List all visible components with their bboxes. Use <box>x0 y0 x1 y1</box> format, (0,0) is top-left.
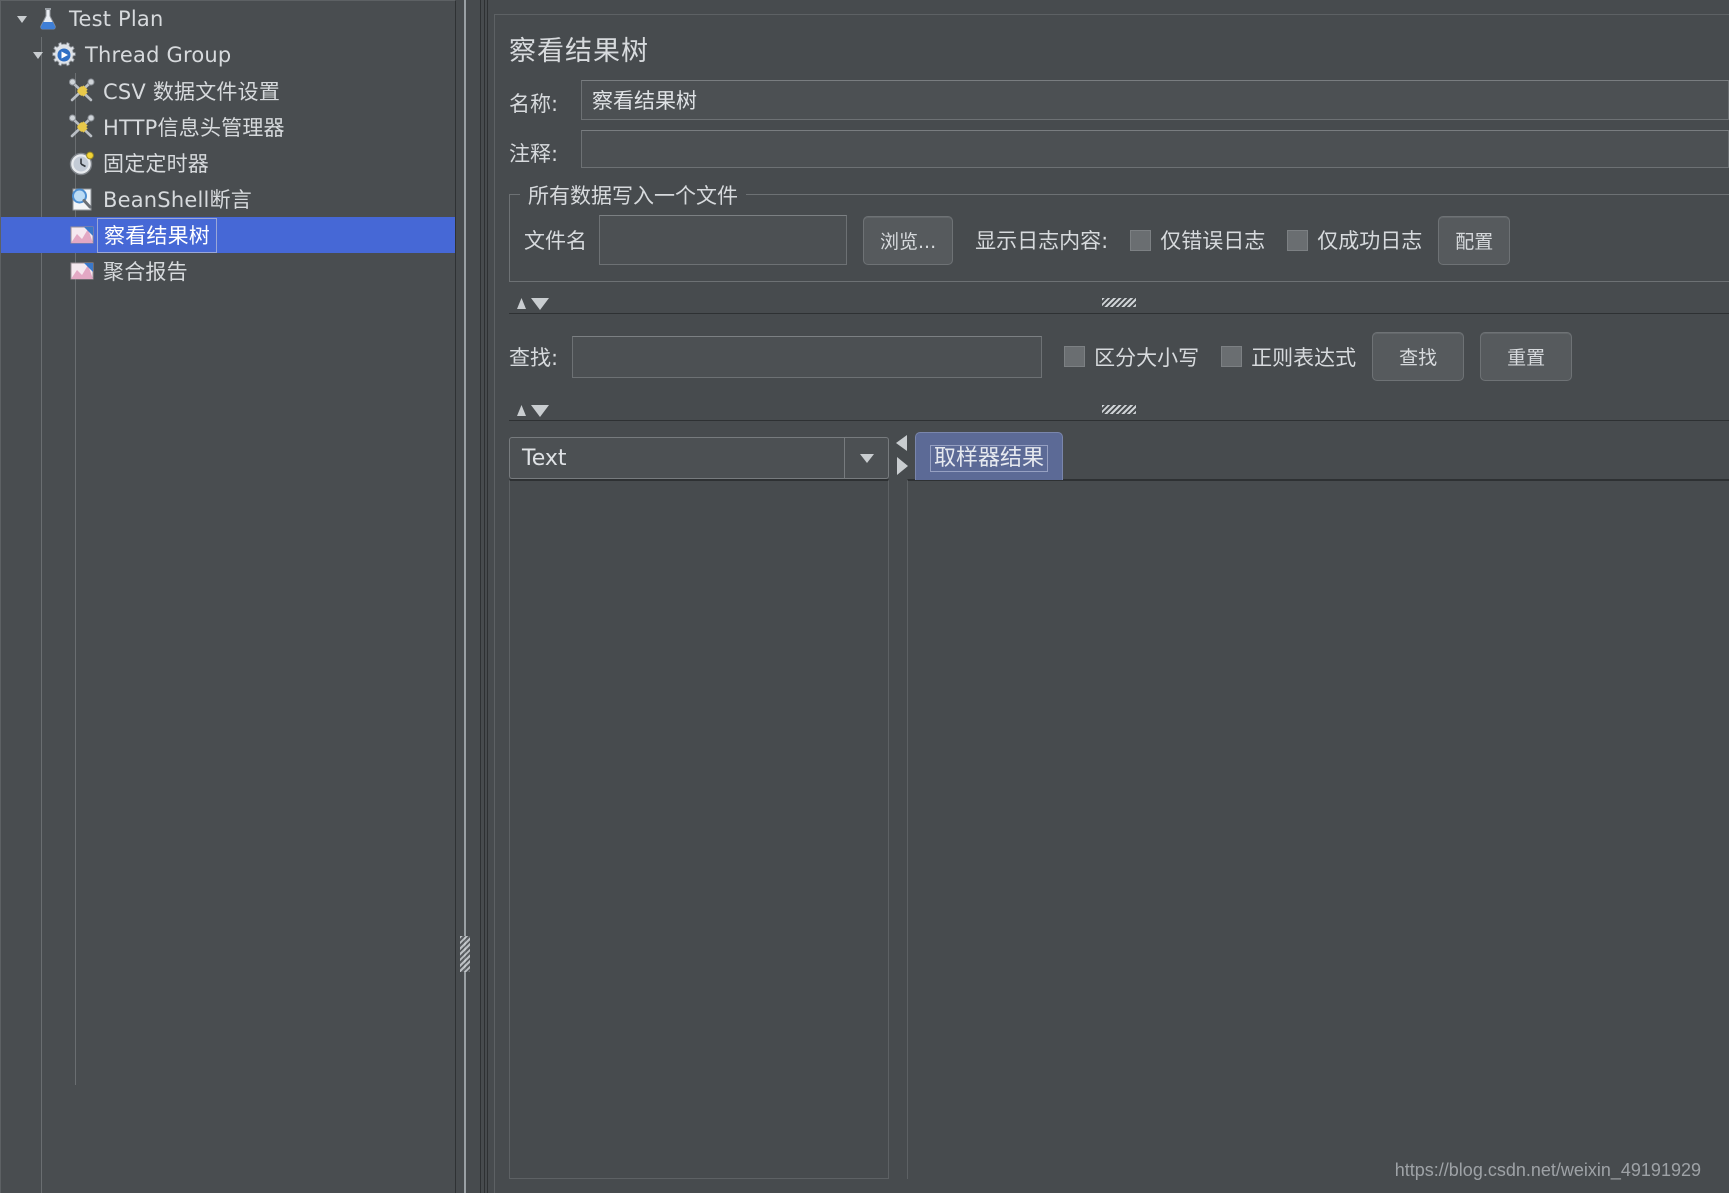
splitter-dots <box>1102 405 1136 414</box>
listener-chart-icon <box>67 220 97 250</box>
tree-item-label: HTTP信息头管理器 <box>103 116 285 140</box>
configure-button[interactable]: 配置 <box>1438 215 1511 265</box>
panel-edge <box>480 0 481 1193</box>
tree-item-view-results-tree[interactable]: 察看结果树 <box>1 217 455 253</box>
results-list-pane[interactable] <box>509 479 889 1179</box>
assertion-magnifier-icon <box>67 184 97 214</box>
timer-clock-icon <box>67 148 97 178</box>
tree-item-label: BeanShell断言 <box>103 188 252 212</box>
case-sensitive-checkbox[interactable] <box>1064 346 1086 367</box>
tree-item-http-header-manager[interactable]: HTTP信息头管理器 <box>1 109 455 145</box>
log-display-label: 显示日志内容: <box>975 229 1109 253</box>
panel-edge <box>487 0 488 1193</box>
config-tools-icon <box>67 76 97 106</box>
tab-label: 取样器结果 <box>930 445 1049 472</box>
case-sensitive-label: 区分大小写 <box>1094 345 1200 370</box>
regex-label: 正则表达式 <box>1251 345 1357 370</box>
tree-item-label: 聚合报告 <box>103 260 188 284</box>
renderer-select[interactable]: Text <box>509 437 889 479</box>
horizontal-splitter-top[interactable] <box>509 292 1729 314</box>
panel-edge <box>484 0 485 1193</box>
name-row: 名称: 察看结果树 <box>495 80 1729 126</box>
filename-label: 文件名 <box>524 229 587 253</box>
errors-only-checkbox[interactable] <box>1130 229 1152 251</box>
reset-button[interactable]: 重置 <box>1480 332 1573 381</box>
test-plan-tree[interactable]: Test Plan Thread Group CSV 数据文件设置 HTTP信息… <box>0 0 456 1193</box>
splitter-arrows[interactable] <box>515 294 559 312</box>
success-only-label: 仅成功日志 <box>1317 229 1423 253</box>
page-title: 察看结果树 <box>509 36 649 67</box>
renderer-selected-value: Text <box>522 445 567 471</box>
results-header: Text 取样器结果 <box>509 431 1729 480</box>
gear-icon <box>49 40 79 70</box>
tree-item-aggregate-report[interactable]: 聚合报告 <box>1 253 455 289</box>
search-label: 查找: <box>509 345 559 370</box>
tree-item-beanshell-assertion[interactable]: BeanShell断言 <box>1 181 455 217</box>
tree-item-label: 固定定时器 <box>103 152 209 176</box>
results-pane-splitter[interactable] <box>889 479 907 1179</box>
tree-item-label: CSV 数据文件设置 <box>103 80 281 104</box>
name-input[interactable]: 察看结果树 <box>581 80 1729 120</box>
chevron-down-icon[interactable] <box>844 438 888 478</box>
tree-item-test-plan[interactable]: Test Plan <box>1 1 455 37</box>
splitter-grip[interactable] <box>460 936 470 972</box>
splitter-arrows[interactable] <box>515 401 559 419</box>
comment-input[interactable] <box>581 130 1729 168</box>
comment-row: 注释: <box>495 130 1729 176</box>
errors-only-label: 仅错误日志 <box>1160 229 1266 253</box>
config-tools-icon <box>67 112 97 142</box>
tree-item-label: 察看结果树 <box>97 217 217 253</box>
name-label: 名称: <box>509 92 559 116</box>
regex-checkbox[interactable] <box>1221 346 1243 367</box>
splitter-dots <box>1102 298 1136 307</box>
main-vertical-splitter[interactable] <box>456 0 490 1193</box>
horizontal-splitter-bottom[interactable] <box>509 399 1729 421</box>
tree-item-thread-group[interactable]: Thread Group <box>1 37 455 73</box>
find-button[interactable]: 查找 <box>1372 332 1465 381</box>
listener-chart-icon <box>67 256 97 286</box>
search-input[interactable] <box>572 335 1043 378</box>
tab-sampler-result[interactable]: 取样器结果 <box>915 432 1064 480</box>
chevron-down-icon[interactable] <box>27 37 49 73</box>
sampler-result-pane[interactable] <box>907 479 1729 1179</box>
view-results-tree-panel: 察看结果树 名称: 察看结果树 注释: 所有数据写入一个文件 文件名 浏览...… <box>490 0 1729 1193</box>
chevron-down-icon[interactable] <box>11 1 33 37</box>
tree-item-csv-data-set[interactable]: CSV 数据文件设置 <box>1 73 455 109</box>
results-body <box>509 479 1729 1179</box>
tree-item-label: Thread Group <box>85 43 232 67</box>
tree-item-constant-timer[interactable]: 固定定时器 <box>1 145 455 181</box>
search-row: 查找: 区分大小写 正则表达式 查找 重置 <box>495 314 1729 399</box>
tab-scroll-arrows[interactable] <box>893 433 911 479</box>
comment-label: 注释: <box>509 142 559 166</box>
groupbox-legend: 所有数据写入一个文件 <box>520 180 746 210</box>
panel-inner: 察看结果树 名称: 察看结果树 注释: 所有数据写入一个文件 文件名 浏览...… <box>494 14 1729 1193</box>
filename-row: 文件名 浏览... 显示日志内容: 仅错误日志 仅成功日志 配置 <box>510 209 1729 269</box>
watermark-text: https://blog.csdn.net/weixin_49191929 <box>1394 1160 1701 1180</box>
success-only-checkbox[interactable] <box>1287 229 1309 251</box>
browse-button[interactable]: 浏览... <box>863 215 954 265</box>
write-all-data-groupbox: 所有数据写入一个文件 文件名 浏览... 显示日志内容: 仅错误日志 仅成功日志… <box>509 180 1729 282</box>
flask-icon <box>33 4 63 34</box>
splitter-bar <box>464 0 466 1193</box>
jmeter-window: Test Plan Thread Group CSV 数据文件设置 HTTP信息… <box>0 0 1729 1193</box>
filename-input[interactable] <box>599 215 847 265</box>
tree-item-label: Test Plan <box>69 7 164 31</box>
